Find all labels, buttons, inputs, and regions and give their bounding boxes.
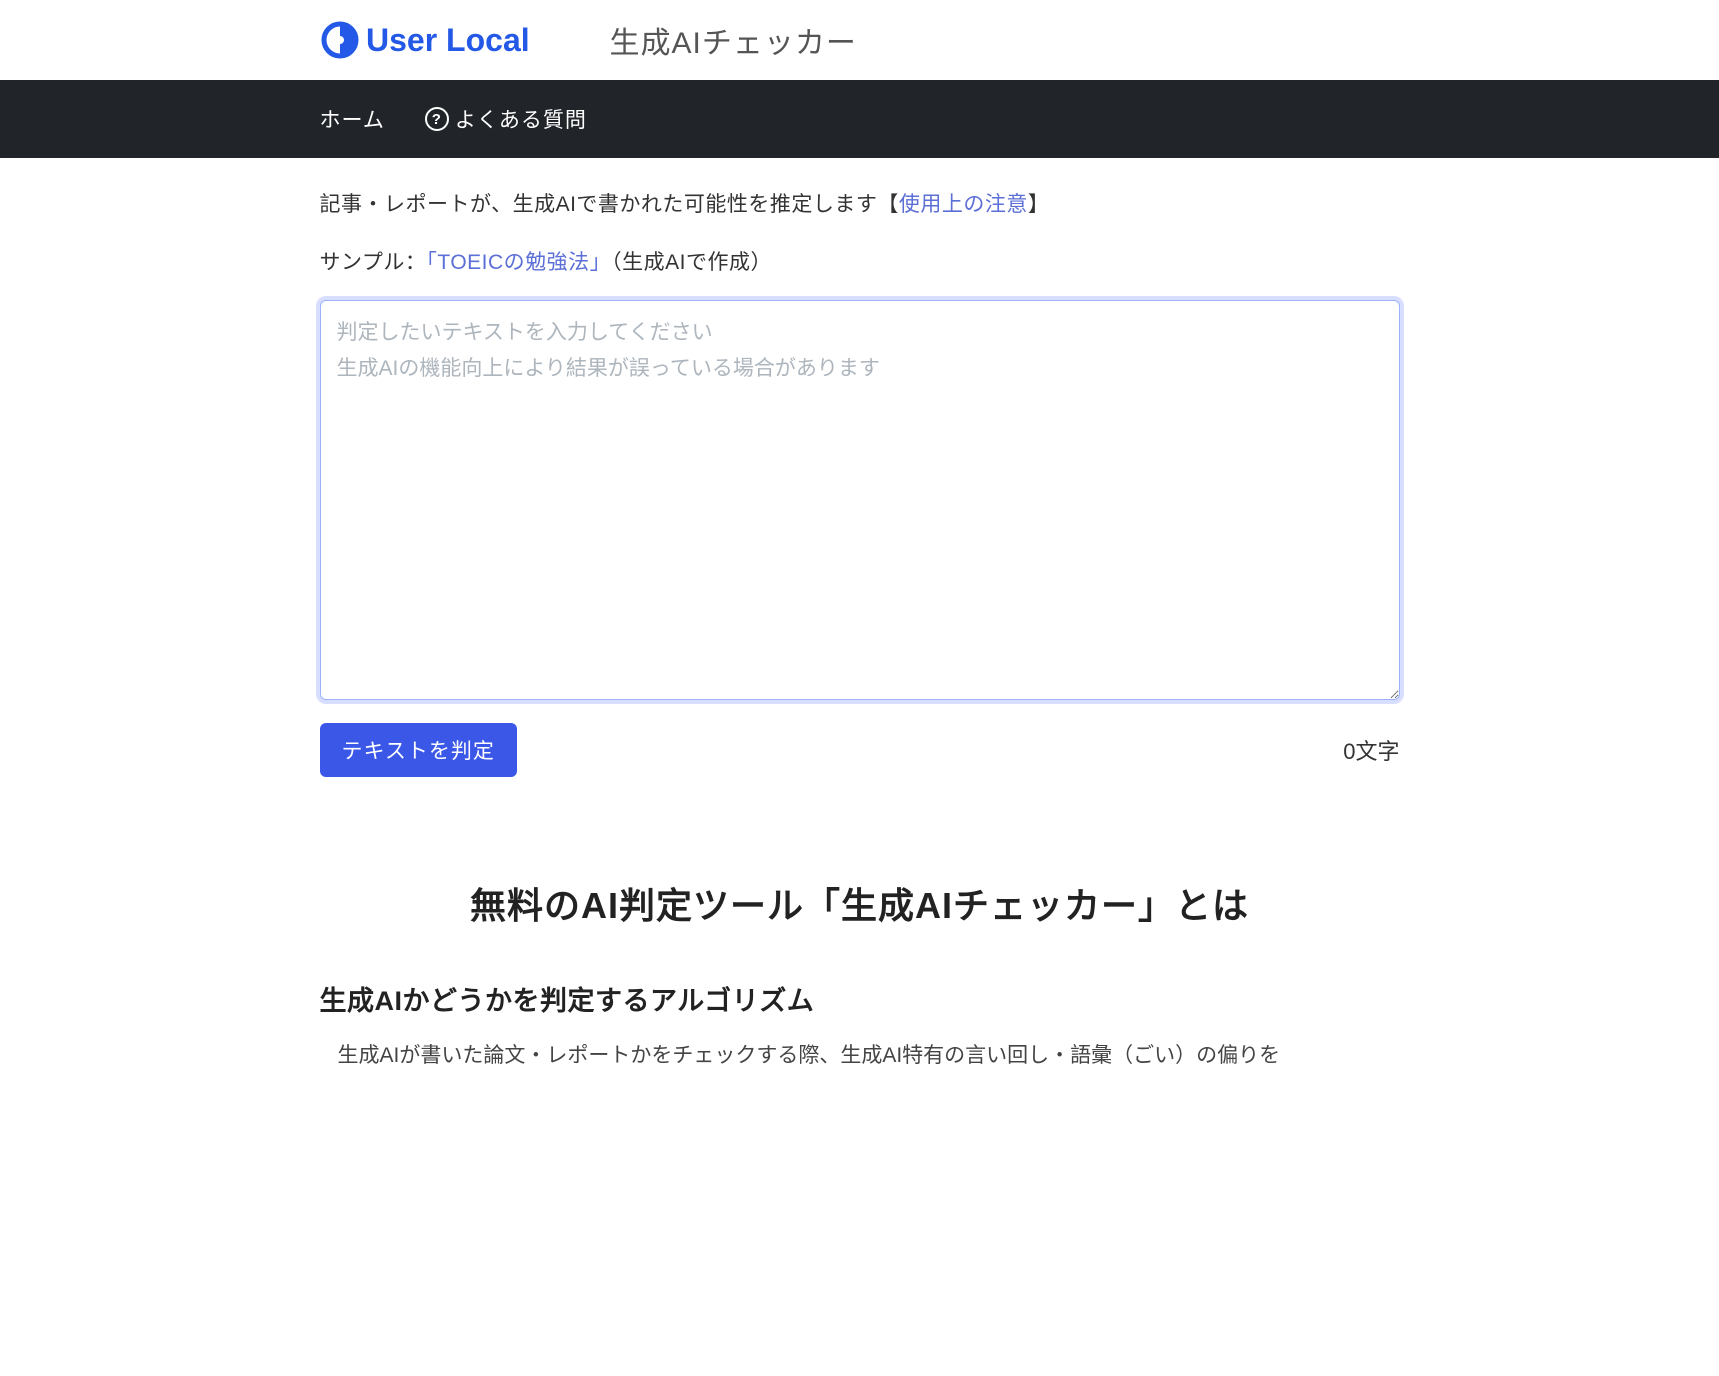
question-circle-icon: ? <box>425 107 449 131</box>
char-count: 0文字 <box>1343 734 1399 766</box>
intro-suffix: 】 <box>1028 193 1050 216</box>
sample-label: サンプル： <box>320 251 427 274</box>
submit-button[interactable]: テキストを判定 <box>320 723 517 777</box>
sample-note: （生成AIで作成） <box>611 251 772 274</box>
section-sub-heading: 生成AIかどうかを判定するアルゴリズム <box>320 979 1400 1018</box>
app-title: 生成AIチェッカー <box>610 18 857 62</box>
section-body: 生成AIが書いた論文・レポートかをチェックする際、生成AI特有の言い回し・語彙（… <box>320 1036 1400 1076</box>
main-nav: ホーム ? よくある質問 <box>0 80 1719 158</box>
sample-link[interactable]: 「TOEICの勉強法」 <box>426 251 611 274</box>
intro-prefix: 記事・レポートが、生成AIで書かれた可能性を推定します【 <box>320 193 899 216</box>
sample-line: サンプル：「TOEICの勉強法」（生成AIで作成） <box>320 246 1400 276</box>
text-input[interactable] <box>320 300 1400 700</box>
userlocal-logo-icon: User Local <box>320 16 590 64</box>
nav-faq[interactable]: ? よくある質問 <box>425 104 587 134</box>
usage-notice-link[interactable]: 使用上の注意 <box>899 193 1028 216</box>
brand-logo[interactable]: User Local 生成AIチェッカー <box>320 16 857 64</box>
section-heading: 無料のAI判定ツール「生成AIチェッカー」とは <box>320 877 1400 929</box>
nav-home-label: ホーム <box>320 104 385 134</box>
nav-faq-label: よくある質問 <box>455 104 587 134</box>
nav-home[interactable]: ホーム <box>320 104 385 134</box>
intro-text: 記事・レポートが、生成AIで書かれた可能性を推定します【使用上の注意】 <box>320 188 1400 218</box>
svg-text:User Local: User Local <box>366 22 530 58</box>
